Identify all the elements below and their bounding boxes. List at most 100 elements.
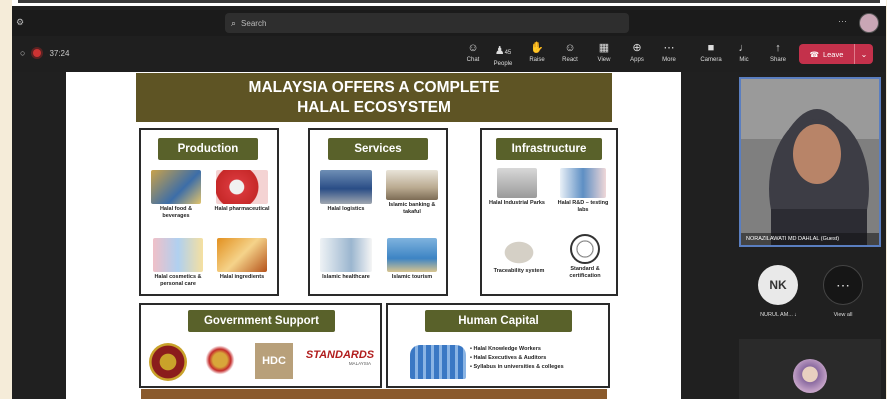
bullet-item: • Halal Executives & Auditors [470, 355, 547, 361]
raise-button[interactable]: ✋ Raise [523, 41, 551, 63]
slide-title-line2: HALAL ECOSYSTEM [297, 99, 451, 116]
pharma-image [216, 170, 268, 204]
chevron-down-icon[interactable]: ⌄ [855, 50, 873, 59]
camera-button[interactable]: ■ Camera [697, 41, 725, 63]
services-panel: Services Halal logistics Islamic banking… [308, 128, 448, 296]
title-bar: ⚙ ⌕ Search ··· [12, 10, 886, 36]
view-all-label: View all [833, 312, 853, 318]
human-capital-header: Human Capital [425, 310, 572, 332]
meeting-toolbar: ○ 37:24 ☺ Chat ♟45 People ✋ Raise ☺ React ▦ View ⊕… [12, 36, 886, 72]
banking-image [386, 170, 438, 200]
tile-label: Halal cosmetics & personal care [154, 274, 202, 287]
tile-halal-pharma: Halal pharmaceutical [211, 170, 273, 213]
production-panel: Production Halal food & beverages Halal … [139, 128, 279, 296]
tile-certification: Standard & certification [556, 234, 614, 280]
government-support-header: Government Support [188, 310, 335, 332]
tile-label: Halal Industrial Parks [489, 200, 545, 206]
food-image [151, 170, 201, 204]
tile-label: Halal logistics [327, 206, 365, 212]
leave-label: Leave [822, 49, 844, 59]
app-switch-icon[interactable]: ⚙ [16, 17, 24, 28]
standards-malaysia-logo: STANDARDS MALAYSIA [305, 349, 375, 366]
self-view-tile[interactable] [739, 339, 881, 399]
tourism-image [387, 238, 437, 272]
view-icon: ▦ [598, 42, 610, 54]
human-capital-panel: Human Capital • Halal Knowledge Workers … [386, 303, 610, 388]
my-avatar[interactable] [859, 13, 879, 33]
presenter-video-tile[interactable]: NORAZILAWATI MD DAHLAL (Guest) [739, 77, 881, 247]
infrastructure-panel: Infrastructure Halal Industrial Parks Ha… [480, 128, 618, 296]
infrastructure-header: Infrastructure [496, 138, 602, 160]
tile-label: Standard & certification [569, 266, 601, 279]
tile-industrial-parks: Halal Industrial Parks [486, 168, 548, 207]
production-header: Production [158, 138, 258, 160]
toolbar-label: Raise [529, 57, 545, 63]
toolbar-label: Camera [700, 57, 722, 63]
search-placeholder: Search [241, 18, 267, 28]
industrial-park-image [497, 168, 537, 198]
teams-window: ⚙ ⌕ Search ··· ○ 37:24 ☺ Chat ♟45 People ✋ Ra… [12, 0, 886, 399]
view-button[interactable]: ▦ View [590, 41, 618, 63]
toolbar-label: React [562, 57, 578, 63]
self-avatar [793, 359, 827, 393]
tile-halal-logistics: Halal logistics [316, 170, 376, 213]
nk-name: NURUL AM... ♩ [745, 312, 815, 318]
ellipsis-icon: ⋯ [836, 276, 850, 293]
hdc-logo-text: HDC [262, 355, 286, 367]
search-input[interactable]: ⌕ Search [225, 13, 629, 33]
search-icon: ⌕ [231, 17, 237, 28]
bullet-text: Halal Knowledge Workers [473, 346, 541, 352]
nk-name-text: NURUL AM... [760, 312, 793, 318]
lab-image [560, 168, 606, 198]
apps-icon: ⊕ [632, 42, 642, 54]
tile-label: Islamic banking & takaful [388, 202, 436, 215]
tile-label: Islamic tourism [391, 274, 433, 280]
people-count-badge: 45 [504, 50, 512, 56]
cow-image [497, 236, 541, 266]
react-button[interactable]: ☺ React [556, 41, 584, 63]
tile-label: Halal pharmaceutical [214, 206, 270, 212]
nk-avatar[interactable]: NK [758, 265, 798, 305]
apps-button[interactable]: ⊕ Apps [623, 41, 651, 63]
nk-initials: NK [769, 278, 787, 292]
tile-traceability: Traceability system [488, 236, 550, 275]
bullet-text: Halal Executives & Auditors [473, 355, 547, 361]
toolbar-label: Chat [466, 57, 480, 63]
share-icon: ↑ [775, 42, 781, 54]
shield-icon: ○ [20, 48, 26, 58]
tile-halal-food: Halal food & beverages [147, 170, 205, 220]
view-all-button[interactable]: ⋯ [823, 265, 863, 305]
toolbar-label: More [662, 57, 676, 63]
tile-halal-cosmetics: Halal cosmetics & personal care [147, 238, 209, 288]
more-button[interactable]: ⋯ More [655, 41, 683, 63]
window-top-strip [12, 0, 886, 6]
bullet-text: Syllabus in universities & colleges [473, 364, 564, 370]
mic-icon: ♩ [738, 42, 750, 54]
standards-logo-text: STANDARDS [305, 349, 375, 361]
react-icon: ☺ [564, 42, 576, 54]
bullet-item: • Halal Knowledge Workers [470, 346, 541, 352]
leave-button[interactable]: ☎ Leave ⌄ [799, 44, 873, 64]
people-button[interactable]: ♟45 People [489, 41, 517, 67]
mic-button[interactable]: ♩ Mic [730, 41, 758, 63]
chat-button[interactable]: ☺ Chat [459, 41, 487, 63]
recording-icon [33, 49, 42, 57]
hdc-logo: HDC [255, 343, 293, 379]
halal-logo-image [570, 234, 600, 264]
toolbar-label: View [597, 57, 611, 63]
government-support-panel: Government Support HDC STANDARDS MALAYSI… [139, 303, 382, 388]
raise-hand-icon: ✋ [530, 42, 544, 54]
tile-label: Islamic healthcare [322, 274, 370, 280]
ingredients-image [217, 238, 267, 272]
share-button[interactable]: ↑ Share [764, 41, 792, 63]
services-header: Services [328, 138, 428, 160]
more-options-icon[interactable]: ··· [838, 16, 847, 26]
slide-title: MALAYSIA OFFERS A COMPLETE HALAL ECOSYST… [136, 73, 612, 122]
slide-title-line1: MALAYSIA OFFERS A COMPLETE [248, 79, 500, 96]
toolbar-label: Apps [630, 57, 644, 63]
tile-label: Halal food & beverages [159, 206, 193, 219]
meeting-timer: 37:24 [49, 48, 70, 58]
tile-islamic-tourism: Islamic tourism [382, 238, 442, 281]
slide-bottom-banner [141, 389, 607, 399]
logistics-image [320, 170, 372, 204]
